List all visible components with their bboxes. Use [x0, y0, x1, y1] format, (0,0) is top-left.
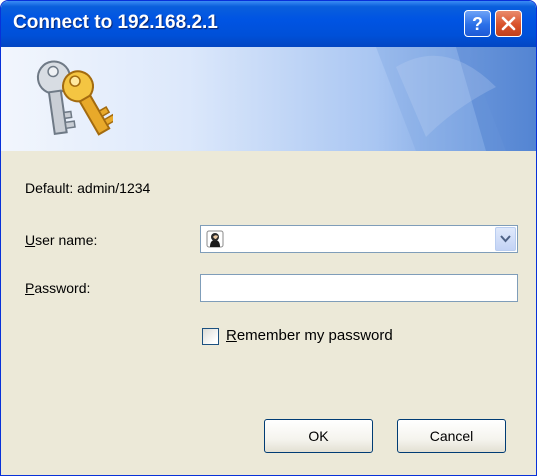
question-mark-icon: ? [472, 14, 483, 34]
username-input[interactable] [229, 226, 491, 252]
chevron-down-icon [500, 235, 511, 243]
password-input[interactable] [201, 275, 517, 301]
ok-button[interactable]: OK [264, 419, 373, 453]
username-dropdown-button[interactable] [495, 227, 516, 251]
help-button[interactable]: ? [464, 10, 491, 37]
username-label-text: ser name: [35, 232, 98, 248]
username-label-accesskey: U [25, 232, 36, 248]
window-title: Connect to 192.168.2.1 [13, 12, 218, 33]
remember-label-accesskey: R [226, 327, 237, 344]
cancel-button[interactable]: Cancel [397, 419, 506, 453]
remember-password-checkbox[interactable] [202, 328, 219, 345]
login-dialog: Connect to 192.168.2.1 ? Default: admin/… [0, 0, 537, 476]
default-credentials-hint: Default: admin/1234 [25, 180, 151, 196]
close-x-icon [501, 16, 516, 31]
username-label: User name: [25, 232, 97, 248]
password-label-text: assword: [34, 280, 91, 296]
dialog-banner [1, 47, 536, 151]
password-label-accesskey: P [25, 280, 35, 296]
keys-icon [36, 60, 113, 136]
banner-decoration [376, 47, 536, 151]
username-combobox[interactable] [200, 225, 518, 253]
password-field[interactable] [200, 274, 518, 302]
dialog-content: Default: admin/1234 User name: Password:… [1, 151, 536, 475]
user-account-icon [206, 230, 224, 248]
remember-label-text: emember my password [236, 327, 393, 344]
svg-text:?: ? [472, 14, 483, 34]
remember-password-label[interactable]: Remember my password [226, 327, 393, 344]
password-label: Password: [25, 280, 90, 296]
close-button[interactable] [495, 10, 522, 37]
title-bar[interactable]: Connect to 192.168.2.1 ? [1, 1, 536, 47]
